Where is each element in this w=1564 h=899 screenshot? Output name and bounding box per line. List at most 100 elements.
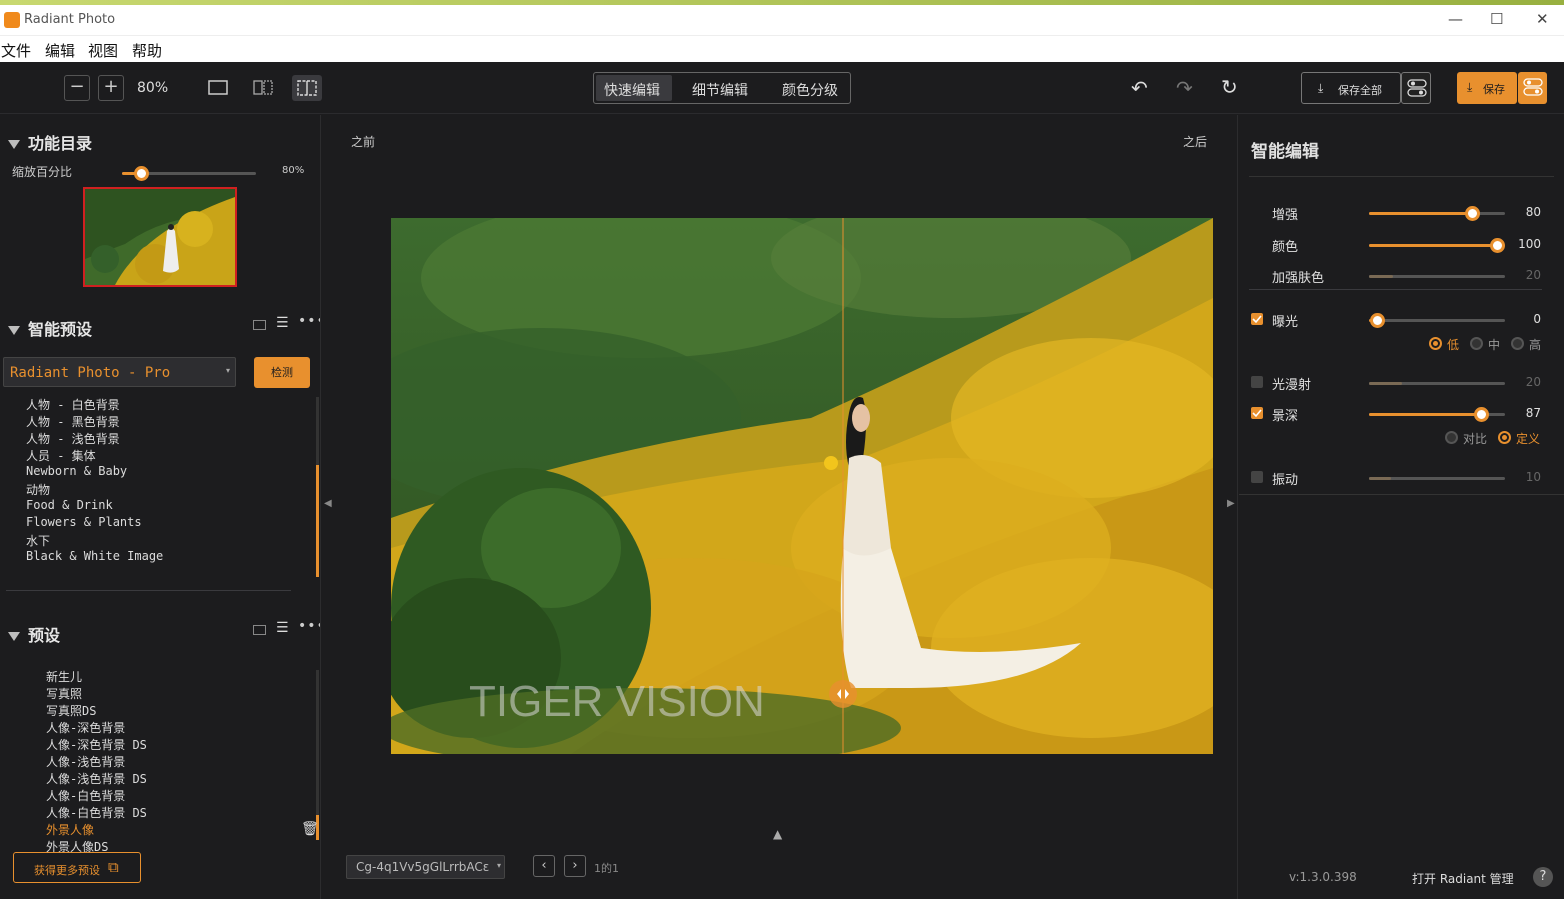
- smart-preset-item[interactable]: 人物 - 浅色背景: [26, 430, 120, 447]
- smart-edit-title: 智能编辑: [1251, 142, 1319, 162]
- slider-track[interactable]: [1369, 206, 1505, 221]
- detect-button[interactable]: 检测: [254, 357, 310, 388]
- slider-track[interactable]: [1369, 275, 1505, 278]
- more-presets-button[interactable]: 获得更多预设 ⧉: [13, 852, 141, 883]
- slider-value: 80: [1525, 205, 1541, 219]
- preset-item[interactable]: 新生儿: [46, 668, 82, 685]
- zoom-level: 80%: [137, 80, 169, 96]
- slider-value: 0: [1533, 312, 1541, 326]
- dof-contrast-radio[interactable]: [1445, 431, 1458, 444]
- zoom-percent-slider[interactable]: [122, 166, 256, 181]
- slider-track[interactable]: [1369, 238, 1505, 253]
- slider-track[interactable]: [1369, 407, 1505, 422]
- tab-quick-edit[interactable]: 快速编辑: [604, 80, 660, 100]
- save-all-options-button[interactable]: [1401, 72, 1431, 104]
- watermark-text: TIGER VISION: [469, 677, 765, 726]
- list-view-icon[interactable]: ☰: [276, 315, 289, 331]
- save-button[interactable]: ⤓ 保存: [1457, 72, 1517, 104]
- smart-preset-item[interactable]: 水下: [26, 532, 50, 549]
- menu-view[interactable]: 视图: [88, 40, 118, 61]
- smart-preset-item[interactable]: Food & Drink: [26, 498, 113, 512]
- catalog-header[interactable]: 功能目录: [8, 130, 92, 154]
- smart-preset-item[interactable]: 人员 - 集体: [26, 447, 96, 464]
- tab-color-grading[interactable]: 颜色分级: [782, 80, 838, 100]
- slider-track[interactable]: [1369, 313, 1505, 328]
- preset-item[interactable]: 写真照: [46, 685, 82, 702]
- zoom-percent-knob[interactable]: [133, 166, 149, 181]
- next-image-button[interactable]: ›: [564, 855, 586, 877]
- menu-edit[interactable]: 编辑: [45, 40, 75, 61]
- zoom-in-button[interactable]: +: [98, 75, 124, 101]
- open-manager-link[interactable]: 打开 Radiant 管理: [1412, 870, 1514, 887]
- collapse-left-panel-icon[interactable]: ◀: [324, 498, 332, 509]
- slider-track[interactable]: [1369, 477, 1505, 480]
- zoom-out-button[interactable]: −: [64, 75, 90, 101]
- exposure-mid-radio[interactable]: [1470, 337, 1483, 350]
- slider-fill: [1369, 275, 1394, 278]
- menu-file[interactable]: 文件: [1, 40, 31, 61]
- slider-label: 光漫射: [1272, 378, 1312, 393]
- exposure-high-radio[interactable]: [1511, 337, 1524, 350]
- side-by-side-view-icon[interactable]: [253, 80, 273, 95]
- more-presets-label: 获得更多预设: [34, 864, 100, 877]
- slider-track[interactable]: [1369, 382, 1505, 385]
- smart-presets-header[interactable]: 智能预设: [8, 316, 92, 340]
- minimize-button[interactable]: —: [1448, 10, 1463, 28]
- tab-detail-edit[interactable]: 细节编辑: [692, 80, 748, 100]
- previous-image-button[interactable]: ‹: [533, 855, 555, 877]
- save-all-button[interactable]: ⤓ 保存全部: [1301, 72, 1401, 104]
- smart-list-scrollbar[interactable]: [316, 397, 319, 577]
- file-selector[interactable]: Cg-4q1Vv5gGlLrrbACε ▾: [346, 855, 505, 879]
- slider-knob[interactable]: [1473, 407, 1489, 422]
- save-options-button[interactable]: [1518, 72, 1547, 104]
- preset-item[interactable]: 人像-浅色背景 DS: [46, 770, 147, 787]
- slider-knob[interactable]: [1465, 206, 1481, 221]
- dof-definition-radio[interactable]: [1498, 431, 1511, 444]
- preset-item[interactable]: 写真照DS: [46, 702, 96, 719]
- exposure-low-radio[interactable]: [1429, 337, 1442, 350]
- filmstrip-toggle-icon[interactable]: ▲: [773, 827, 782, 841]
- preset-item[interactable]: 人像-白色背景: [46, 787, 125, 804]
- before-label: 之前: [351, 135, 376, 149]
- preset-selector[interactable]: Radiant Photo - Pro ▾: [3, 357, 236, 387]
- reset-icon[interactable]: ↻: [1221, 75, 1238, 99]
- right-panel: 智能编辑 增强 80 颜色 100 加强肤色 20 曝光 0 光漫射 20 景深 87 振动 10 低 中…: [1239, 115, 1564, 899]
- slider-label: 加强肤色: [1272, 271, 1325, 286]
- grid-view-icon[interactable]: [253, 320, 266, 330]
- preset-item[interactable]: 人像-深色背景 DS: [46, 736, 147, 753]
- single-view-icon[interactable]: [208, 80, 228, 95]
- presets-header[interactable]: 预设: [8, 622, 60, 646]
- smart-preset-item[interactable]: Newborn & Baby: [26, 464, 127, 478]
- slider-enable-checkbox[interactable]: [1251, 313, 1263, 325]
- navigator-thumbnail[interactable]: [83, 187, 237, 287]
- smart-preset-item[interactable]: 人物 - 黑色背景: [26, 413, 120, 430]
- close-button[interactable]: ✕: [1536, 10, 1549, 28]
- main-photo[interactable]: TIGER VISION: [391, 218, 1213, 754]
- undo-icon[interactable]: ↶: [1131, 76, 1148, 100]
- preset-item[interactable]: 人像-浅色背景: [46, 753, 125, 770]
- smart-list-scroll-thumb[interactable]: [316, 465, 319, 577]
- preset-list-scrollbar[interactable]: [316, 670, 319, 840]
- grid-view-icon[interactable]: [253, 625, 266, 635]
- maximize-button[interactable]: ☐: [1490, 10, 1503, 28]
- smart-preset-item[interactable]: 人物 - 白色背景: [26, 396, 120, 413]
- help-icon[interactable]: ?: [1533, 867, 1553, 887]
- collapse-right-panel-icon[interactable]: ▶: [1227, 498, 1235, 509]
- slider-enable-checkbox[interactable]: [1251, 407, 1263, 419]
- slider-enable-checkbox[interactable]: [1251, 376, 1263, 388]
- preset-item[interactable]: 外景人像: [46, 821, 94, 838]
- redo-icon[interactable]: ↷: [1176, 76, 1193, 100]
- save-all-label: 保存全部: [1338, 84, 1382, 97]
- smart-preset-item[interactable]: Flowers & Plants: [26, 515, 142, 529]
- slider-enable-checkbox[interactable]: [1251, 471, 1263, 483]
- slider-knob[interactable]: [1370, 313, 1386, 328]
- smart-preset-item[interactable]: 动物: [26, 481, 50, 498]
- preset-item[interactable]: 人像-深色背景: [46, 719, 125, 736]
- smart-preset-item[interactable]: Black & White Image: [26, 549, 163, 563]
- preset-item[interactable]: 人像-白色背景 DS: [46, 804, 147, 821]
- split-handle[interactable]: [829, 680, 857, 708]
- trash-icon[interactable]: 🗑: [301, 821, 319, 837]
- list-view-icon[interactable]: ☰: [276, 620, 289, 636]
- split-view-button[interactable]: [292, 75, 322, 101]
- menu-help[interactable]: 帮助: [132, 40, 162, 61]
